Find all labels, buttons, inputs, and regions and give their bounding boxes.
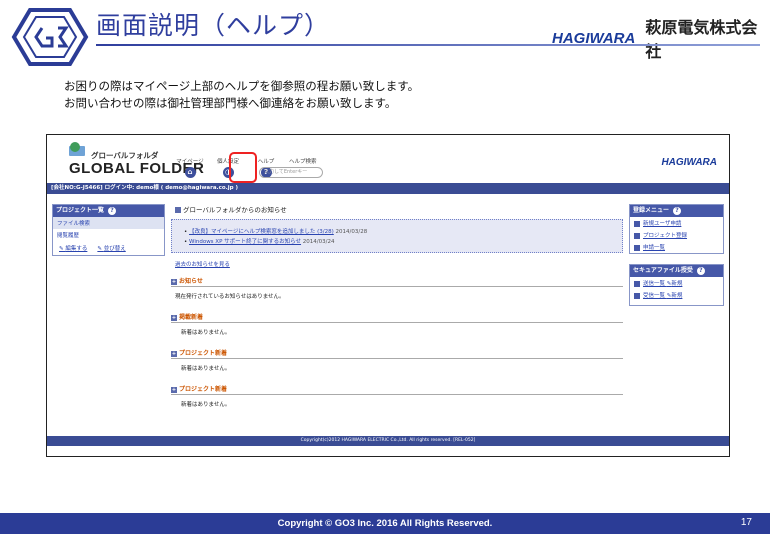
header-rule <box>96 44 760 46</box>
brand: HAGIWARA 萩原電気株式会社 <box>552 14 770 62</box>
panel-header: プロジェクト一覧? <box>53 205 164 217</box>
request-list-link[interactable]: 申請一覧 <box>630 241 723 253</box>
new-user-request-link[interactable]: 新規ユーザ申請 <box>630 217 723 229</box>
past-notices-link[interactable]: 過去のお知らせを見る <box>175 260 619 268</box>
section-title-text: プロジェクト新着 <box>179 350 228 357</box>
news-date: 2014/03/28 <box>335 229 368 235</box>
new-label: 新規 <box>671 293 683 299</box>
new-receive-link[interactable]: ✎新規 <box>667 293 683 299</box>
help-search-label: ヘルプ検索 <box>289 159 317 165</box>
menu-label: 受信一覧 <box>643 293 666 299</box>
nav-mypage[interactable]: マイページ ⌂ <box>175 157 205 178</box>
sort-label: 並び替え <box>103 246 126 252</box>
menu-label: 送信一覧 <box>643 281 666 287</box>
section-text: 新着はありません。 <box>181 366 231 372</box>
plus-icon[interactable]: + <box>171 279 177 285</box>
page-number: 17 <box>740 517 752 528</box>
register-menu-panel: 登録メニュー? 新規ユーザ申請 プロジェクト登録 申請一覧 <box>629 204 724 254</box>
file-search-link[interactable]: ファイル検索 <box>53 217 164 229</box>
copyright: Copyright © GO3 Inc. 2016 All Rights Res… <box>277 518 493 529</box>
app-header: グローバルフォルダ GLOBAL FOLDER マイページ ⌂ 個人設定 ◑ ヘ… <box>47 135 729 183</box>
news-box: • 【改良】マイページにヘルプ検索窓を追加しました (3/28) 2014/03… <box>171 219 623 253</box>
app-body: プロジェクト一覧? ファイル検索 閲覧履歴 ✎ 編集する ✎ 並び替え グローバ… <box>47 194 729 436</box>
help-search-input[interactable]: 入力してEnterキー <box>259 167 323 178</box>
section-text: 新着はありません。 <box>181 330 231 336</box>
bullet-icon <box>634 292 640 299</box>
panel-title: セキュアファイル授受 <box>633 267 693 274</box>
news-date: 2014/03/24 <box>302 239 335 245</box>
new-label: 新規 <box>671 281 683 287</box>
notice-area: グローバルフォルダからのお知らせ • 【改良】マイページにヘルプ検索窓を追加しま… <box>171 204 623 412</box>
section-title-text: 掲載新着 <box>179 314 204 321</box>
send-list-link[interactable]: 送信一覧 ✎新規 <box>630 277 723 289</box>
go3-logo <box>11 8 89 66</box>
section-title: + プロジェクト新着 <box>171 384 623 395</box>
section-text: 現在発行されているお知らせはありません。 <box>175 294 285 300</box>
home-icon[interactable]: ⌂ <box>184 167 196 178</box>
news-item: • 【改良】マイページにヘルプ検索窓を追加しました (3/28) 2014/03… <box>184 229 368 235</box>
intro-text: お困りの際はマイページ上部のヘルプを御参照の程お願い致します。 お問い合わせの際… <box>64 78 419 112</box>
project-list-panel: プロジェクト一覧? ファイル検索 閲覧履歴 ✎ 編集する ✎ 並び替え <box>52 204 165 256</box>
section-title: + お知らせ <box>171 276 623 287</box>
panel-title: プロジェクト一覧 <box>56 207 105 214</box>
news-link[interactable]: 【改良】マイページにヘルプ検索窓を追加しました (3/28) <box>189 229 334 235</box>
edit-link[interactable]: ✎ 編集する <box>59 244 87 252</box>
menu-label: 新規ユーザ申請 <box>643 221 682 227</box>
slide-title: 画面説明（ヘルプ） <box>96 11 331 40</box>
panel-header: セキュアファイル授受? <box>630 265 723 277</box>
news-item: • Windows XP サポート終了に関するお知らせ 2014/03/24 <box>184 239 335 245</box>
plus-icon[interactable]: + <box>171 387 177 393</box>
intro-line: お問い合わせの際は御社管理部門様へ御連絡をお願い致します。 <box>64 96 397 110</box>
plus-icon[interactable]: + <box>171 315 177 321</box>
notice-title: グローバルフォルダからのお知らせ <box>171 204 623 214</box>
intro-line: お困りの際はマイページ上部のヘルプを御参照の程お願い致します。 <box>64 79 420 93</box>
section-title: + プロジェクト新着 <box>171 348 623 359</box>
login-bar: [会社NO:G-J5466] ログイン中: demo様 ( demo@hagiw… <box>47 183 729 194</box>
app-footer: Copyright(c)2012 HAGIWARA ELECTRIC Co.,L… <box>47 436 729 446</box>
bullet-icon <box>634 244 640 251</box>
nav-label: マイページ <box>176 159 204 165</box>
help-search: ヘルプ検索 入力してEnterキー <box>259 157 323 178</box>
bullet-icon <box>634 220 640 227</box>
square-icon <box>175 207 181 213</box>
section-text: 新着はありません。 <box>181 402 231 408</box>
plus-icon[interactable]: + <box>171 351 177 357</box>
slide-header: 画面説明（ヘルプ） HAGIWARA 萩原電気株式会社 <box>0 0 770 70</box>
help-icon[interactable]: ? <box>108 207 117 215</box>
bullet-icon <box>634 280 640 287</box>
notice-title-text: グローバルフォルダからのお知らせ <box>183 206 287 214</box>
app-screenshot: グローバルフォルダ GLOBAL FOLDER マイページ ⌂ 個人設定 ◑ ヘ… <box>46 134 730 457</box>
help-highlight-box <box>229 152 257 183</box>
menu-label: 申請一覧 <box>643 245 666 251</box>
slide-footer: Copyright © GO3 Inc. 2016 All Rights Res… <box>0 513 770 534</box>
help-icon[interactable]: ? <box>696 267 705 275</box>
secure-file-panel: セキュアファイル授受? 送信一覧 ✎新規 受信一覧 ✎新規 <box>629 264 724 306</box>
section-title: + 掲載新着 <box>171 312 623 323</box>
menu-label: プロジェクト登録 <box>643 233 688 239</box>
receive-list-link[interactable]: 受信一覧 ✎新規 <box>630 289 723 301</box>
folder-globe-icon <box>69 142 85 156</box>
left-actions: ✎ 編集する ✎ 並び替え <box>53 241 164 255</box>
bullet-icon <box>634 232 640 239</box>
section-title-text: お知らせ <box>179 278 203 285</box>
app-hagiwara-logo: HAGIWARA <box>661 157 717 168</box>
project-register-link[interactable]: プロジェクト登録 <box>630 229 723 241</box>
panel-title: 登録メニュー <box>633 207 670 214</box>
edit-label: 編集する <box>65 246 88 252</box>
help-icon[interactable]: ? <box>673 207 682 215</box>
new-send-link[interactable]: ✎新規 <box>667 281 683 287</box>
section-title-text: プロジェクト新着 <box>179 386 228 393</box>
history-link[interactable]: 閲覧履歴 <box>53 229 164 241</box>
news-link[interactable]: Windows XP サポート終了に関するお知らせ <box>189 239 301 245</box>
sort-link[interactable]: ✎ 並び替え <box>97 244 125 252</box>
panel-header: 登録メニュー? <box>630 205 723 217</box>
brand-name: 萩原電気株式会社 <box>645 18 758 61</box>
